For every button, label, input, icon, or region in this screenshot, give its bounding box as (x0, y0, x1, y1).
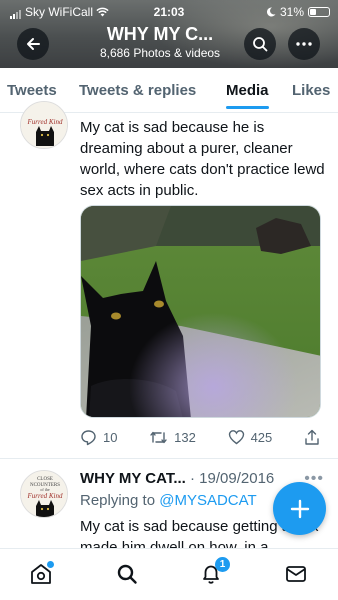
avatar[interactable]: Furred Kind (20, 101, 68, 149)
moon-icon (266, 7, 276, 17)
reply-count: 10 (103, 429, 118, 445)
profile-name: WHY MY C... (106, 24, 214, 44)
svg-text:CLOSE: CLOSE (37, 477, 53, 482)
cat-photo-image (81, 206, 320, 417)
search-icon (253, 37, 268, 52)
search-icon (117, 564, 137, 584)
replying-handle[interactable]: @MYSADCAT (159, 492, 256, 509)
compose-tweet-button[interactable] (273, 482, 326, 535)
tweet-photo[interactable] (80, 205, 321, 418)
back-button[interactable] (17, 28, 49, 60)
search-button[interactable] (244, 28, 276, 60)
heart-icon (228, 430, 244, 445)
tab-likes[interactable]: Likes (292, 68, 330, 113)
retweet-icon (150, 431, 167, 443)
author-name[interactable]: WHY MY CAT... (80, 470, 186, 487)
nav-notifications[interactable]: 1 (198, 557, 230, 587)
tweet-actions: 10 132 425 (80, 427, 320, 447)
ellipsis-icon (296, 42, 312, 46)
nav-messages[interactable] (283, 561, 309, 587)
avatar[interactable]: CLOSE NCOUNTERS of the Furred Kind (20, 470, 68, 518)
retweet-count: 132 (174, 429, 196, 445)
mail-icon (286, 566, 306, 582)
status-right: 31% (266, 5, 330, 19)
battery-icon (308, 7, 330, 17)
tweet-date: · 19/09/2016 (190, 470, 275, 487)
share-icon (305, 429, 319, 445)
status-bar: Sky WiFiCall 21:03 31% (0, 5, 338, 19)
svg-text:Furred Kind: Furred Kind (27, 118, 63, 126)
battery-percent: 31% (279, 5, 304, 19)
profile-banner: Sky WiFiCall 21:03 31% WHY MY C... 8,686… (0, 0, 338, 68)
share-button[interactable] (304, 429, 320, 446)
like-count: 425 (250, 429, 273, 445)
media-count: 8,686 Photos & videos (99, 46, 221, 60)
home-unread-dot (47, 561, 54, 568)
tweet-text: My cat is sad because he is dreaming abo… (80, 119, 325, 199)
replying-prefix: Replying to (80, 492, 160, 509)
replying-to: Replying to @MYSADCAT (80, 492, 257, 509)
svg-text:Furred Kind: Furred Kind (27, 492, 63, 500)
notification-badge: 1 (215, 557, 230, 572)
tab-media[interactable]: Media (226, 68, 269, 113)
reply-icon (81, 429, 96, 445)
arrow-left-icon (27, 38, 40, 50)
like-button[interactable]: 425 (228, 429, 273, 445)
reply-button[interactable]: 10 (80, 429, 117, 446)
cat-logo-icon: Furred Kind (21, 102, 67, 148)
retweet-button[interactable]: 132 (149, 429, 196, 446)
cat-logo-icon: CLOSE NCOUNTERS of the Furred Kind (21, 471, 67, 517)
nav-home[interactable] (28, 561, 54, 587)
more-options-button[interactable] (288, 28, 320, 60)
plus-icon (290, 499, 309, 518)
header-title-block: WHY MY C... 8,686 Photos & videos (80, 24, 240, 60)
tweet-divider (0, 458, 338, 459)
nav-search[interactable] (114, 561, 140, 587)
tab-tweets-replies[interactable]: Tweets & replies (79, 68, 196, 113)
bottom-nav: 1 (0, 548, 338, 600)
